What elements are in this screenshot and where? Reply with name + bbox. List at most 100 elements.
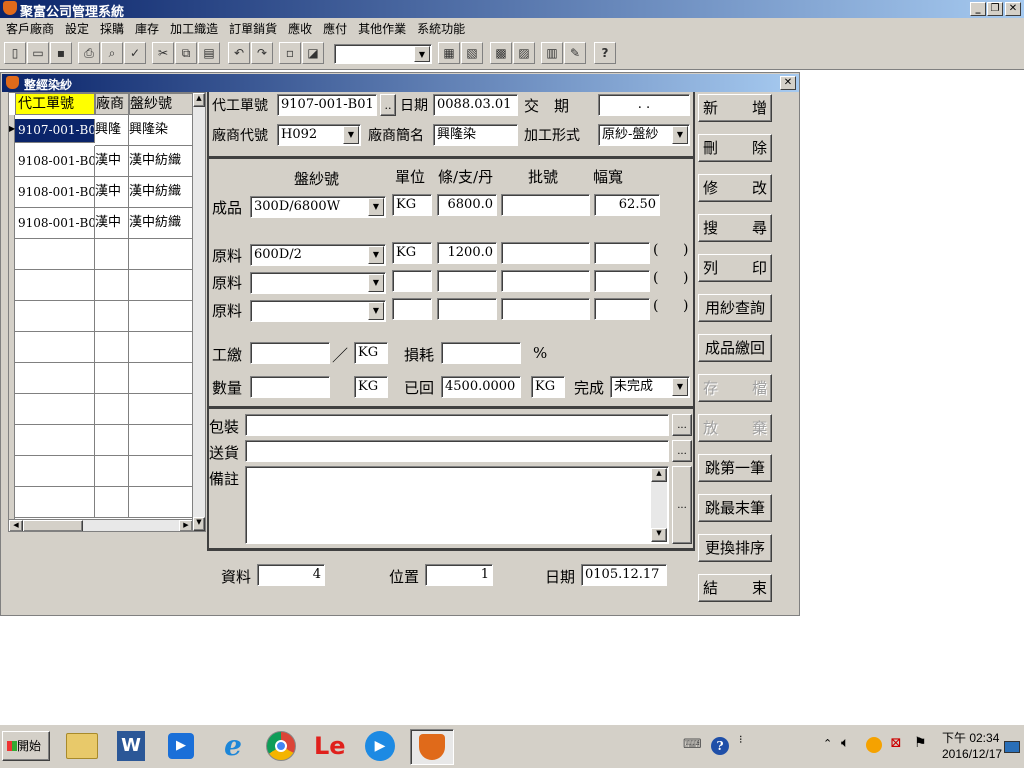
ship-lookup-button[interactable]: ... bbox=[672, 440, 692, 462]
tray-expand-icon[interactable]: ⌃ bbox=[823, 737, 832, 750]
grid-cell[interactable] bbox=[129, 239, 193, 270]
side-button[interactable]: 搜尋 bbox=[698, 214, 772, 242]
grid-cell[interactable] bbox=[15, 487, 95, 518]
redo-icon[interactable]: ↷ bbox=[251, 42, 273, 64]
action-center-icon[interactable]: ⚑ bbox=[914, 735, 927, 751]
product-batch-field[interactable] bbox=[501, 194, 590, 216]
grid-cell[interactable] bbox=[15, 425, 95, 456]
form-scroll-up[interactable]: ▲ bbox=[193, 93, 205, 107]
grid-cell[interactable] bbox=[15, 363, 95, 394]
grid-cell[interactable] bbox=[15, 456, 95, 487]
media-player-icon[interactable]: ▶ bbox=[168, 733, 194, 759]
internet-explorer-icon[interactable]: e bbox=[218, 731, 248, 761]
raw-unit-field-2[interactable] bbox=[392, 270, 432, 292]
menu-item[interactable]: 應收 bbox=[282, 18, 317, 37]
qty-unit-field[interactable]: KG bbox=[354, 376, 388, 398]
chrome-icon[interactable] bbox=[266, 731, 296, 761]
side-button[interactable]: 刪除 bbox=[698, 134, 772, 162]
grid-header-order[interactable]: 代工單號 bbox=[15, 93, 95, 115]
grid-cell[interactable] bbox=[129, 456, 193, 487]
grid-header-vendor[interactable]: 廠商 bbox=[95, 93, 129, 115]
grid-cell[interactable] bbox=[15, 301, 95, 332]
grid-cell[interactable] bbox=[15, 239, 95, 270]
note-lookup-button[interactable]: ... bbox=[672, 466, 692, 544]
raw-count-field-1[interactable]: 1200.0 bbox=[437, 242, 497, 264]
help-circle-icon[interactable]: ? bbox=[711, 737, 729, 755]
active-task-fox[interactable] bbox=[410, 729, 454, 765]
product-unit-field[interactable]: KG bbox=[392, 194, 432, 216]
process-combo[interactable]: 原紗-盤紗 ▼ bbox=[598, 124, 690, 146]
grid-cell[interactable] bbox=[95, 301, 129, 332]
ship-field[interactable] bbox=[245, 440, 669, 462]
form-vertical-scrollbar[interactable]: ▲ ▼ bbox=[192, 92, 206, 532]
grid-cell[interactable]: 漢中紡織 bbox=[129, 146, 193, 177]
print-icon[interactable]: ⎙ bbox=[78, 42, 100, 64]
grid-header-yarn[interactable]: 盤紗號 bbox=[129, 93, 193, 115]
raw-count-field-2[interactable] bbox=[437, 270, 497, 292]
note-scroll-up[interactable]: ▲ bbox=[651, 468, 667, 482]
delivery-field[interactable]: . . bbox=[598, 94, 690, 116]
side-button[interactable]: 成品繳回 bbox=[698, 334, 772, 362]
grid-cell[interactable] bbox=[129, 487, 193, 518]
clock-time[interactable]: 下午 02:34 bbox=[942, 729, 999, 746]
note-scroll-down[interactable]: ▼ bbox=[651, 528, 667, 542]
grid-cell[interactable] bbox=[129, 332, 193, 363]
loss-field[interactable] bbox=[441, 342, 521, 364]
keyboard-icon[interactable]: ⌨ bbox=[683, 737, 702, 752]
raw-yarn-combo-1[interactable]: 600D/2 ▼ bbox=[250, 244, 386, 266]
product-width-field[interactable]: 62.50 bbox=[594, 194, 660, 216]
report-icon[interactable]: ▧ bbox=[461, 42, 483, 64]
side-button[interactable]: 修改 bbox=[698, 174, 772, 202]
chart-icon[interactable]: ◪ bbox=[302, 42, 324, 64]
restore-button[interactable]: ❐ bbox=[987, 2, 1003, 16]
grid-cell[interactable]: 漢中 bbox=[95, 208, 129, 239]
raw-batch-field-3[interactable] bbox=[501, 298, 590, 320]
qty-field[interactable] bbox=[250, 376, 330, 398]
new-file-icon[interactable]: ▯ bbox=[4, 42, 26, 64]
raw-batch-field-1[interactable] bbox=[501, 242, 590, 264]
grid-cell[interactable] bbox=[95, 270, 129, 301]
run-icon[interactable]: ▨ bbox=[513, 42, 535, 64]
menu-item[interactable]: 客戶廠商 bbox=[0, 18, 59, 37]
spellcheck-icon[interactable]: ✓ bbox=[124, 42, 146, 64]
date-field[interactable]: 0088.03.01 bbox=[433, 94, 518, 116]
pack-field[interactable] bbox=[245, 414, 669, 436]
fee-unit-field[interactable]: KG bbox=[354, 342, 388, 364]
raw-count-field-3[interactable] bbox=[437, 298, 497, 320]
grid-cell[interactable] bbox=[95, 487, 129, 518]
help-icon[interactable]: ? bbox=[594, 42, 616, 64]
vendor-name-field[interactable]: 興隆染 bbox=[433, 124, 518, 146]
order-lookup-button[interactable]: .. bbox=[380, 94, 396, 116]
side-button[interactable]: 列印 bbox=[698, 254, 772, 282]
raw-unit-field-1[interactable]: KG bbox=[392, 242, 432, 264]
network-icon[interactable]: ⊠ bbox=[890, 735, 902, 751]
raw-width-field-3[interactable] bbox=[594, 298, 650, 320]
grid-cell[interactable]: 9108-001-B03 bbox=[15, 208, 95, 239]
table-icon[interactable]: ▥ bbox=[541, 42, 563, 64]
raw-width-field-1[interactable] bbox=[594, 242, 650, 264]
grid-cell[interactable] bbox=[95, 363, 129, 394]
open-folder-icon[interactable]: ▭ bbox=[27, 42, 49, 64]
clock-date[interactable]: 2016/12/17 bbox=[942, 747, 1002, 761]
menu-item[interactable]: 系統功能 bbox=[411, 18, 470, 37]
note-textarea[interactable] bbox=[245, 466, 669, 544]
edit-icon[interactable]: ✎ bbox=[564, 42, 586, 64]
menu-item[interactable]: 加工織造 bbox=[164, 18, 223, 37]
menu-item[interactable]: 應付 bbox=[317, 18, 352, 37]
side-button[interactable]: 用紗查詢 bbox=[698, 294, 772, 322]
form-scroll-down[interactable]: ▼ bbox=[193, 517, 205, 531]
product-yarn-combo[interactable]: 300D/6800W ▼ bbox=[250, 196, 386, 218]
raw-yarn-combo-2[interactable]: ▼ bbox=[250, 272, 386, 294]
scroll-thumb[interactable] bbox=[23, 520, 83, 531]
scroll-right-button[interactable]: ▶ bbox=[179, 520, 193, 531]
grid-cell[interactable] bbox=[15, 394, 95, 425]
raw-unit-field-3[interactable] bbox=[392, 298, 432, 320]
raw-width-field-2[interactable] bbox=[594, 270, 650, 292]
grid-cell[interactable] bbox=[129, 270, 193, 301]
grid-cell[interactable] bbox=[129, 425, 193, 456]
grid-cell[interactable] bbox=[95, 332, 129, 363]
grid-cell[interactable] bbox=[129, 301, 193, 332]
vendor-code-combo[interactable]: H092 ▼ bbox=[277, 124, 361, 146]
child-close-button[interactable]: ✕ bbox=[780, 76, 796, 90]
grid-cell[interactable] bbox=[95, 425, 129, 456]
